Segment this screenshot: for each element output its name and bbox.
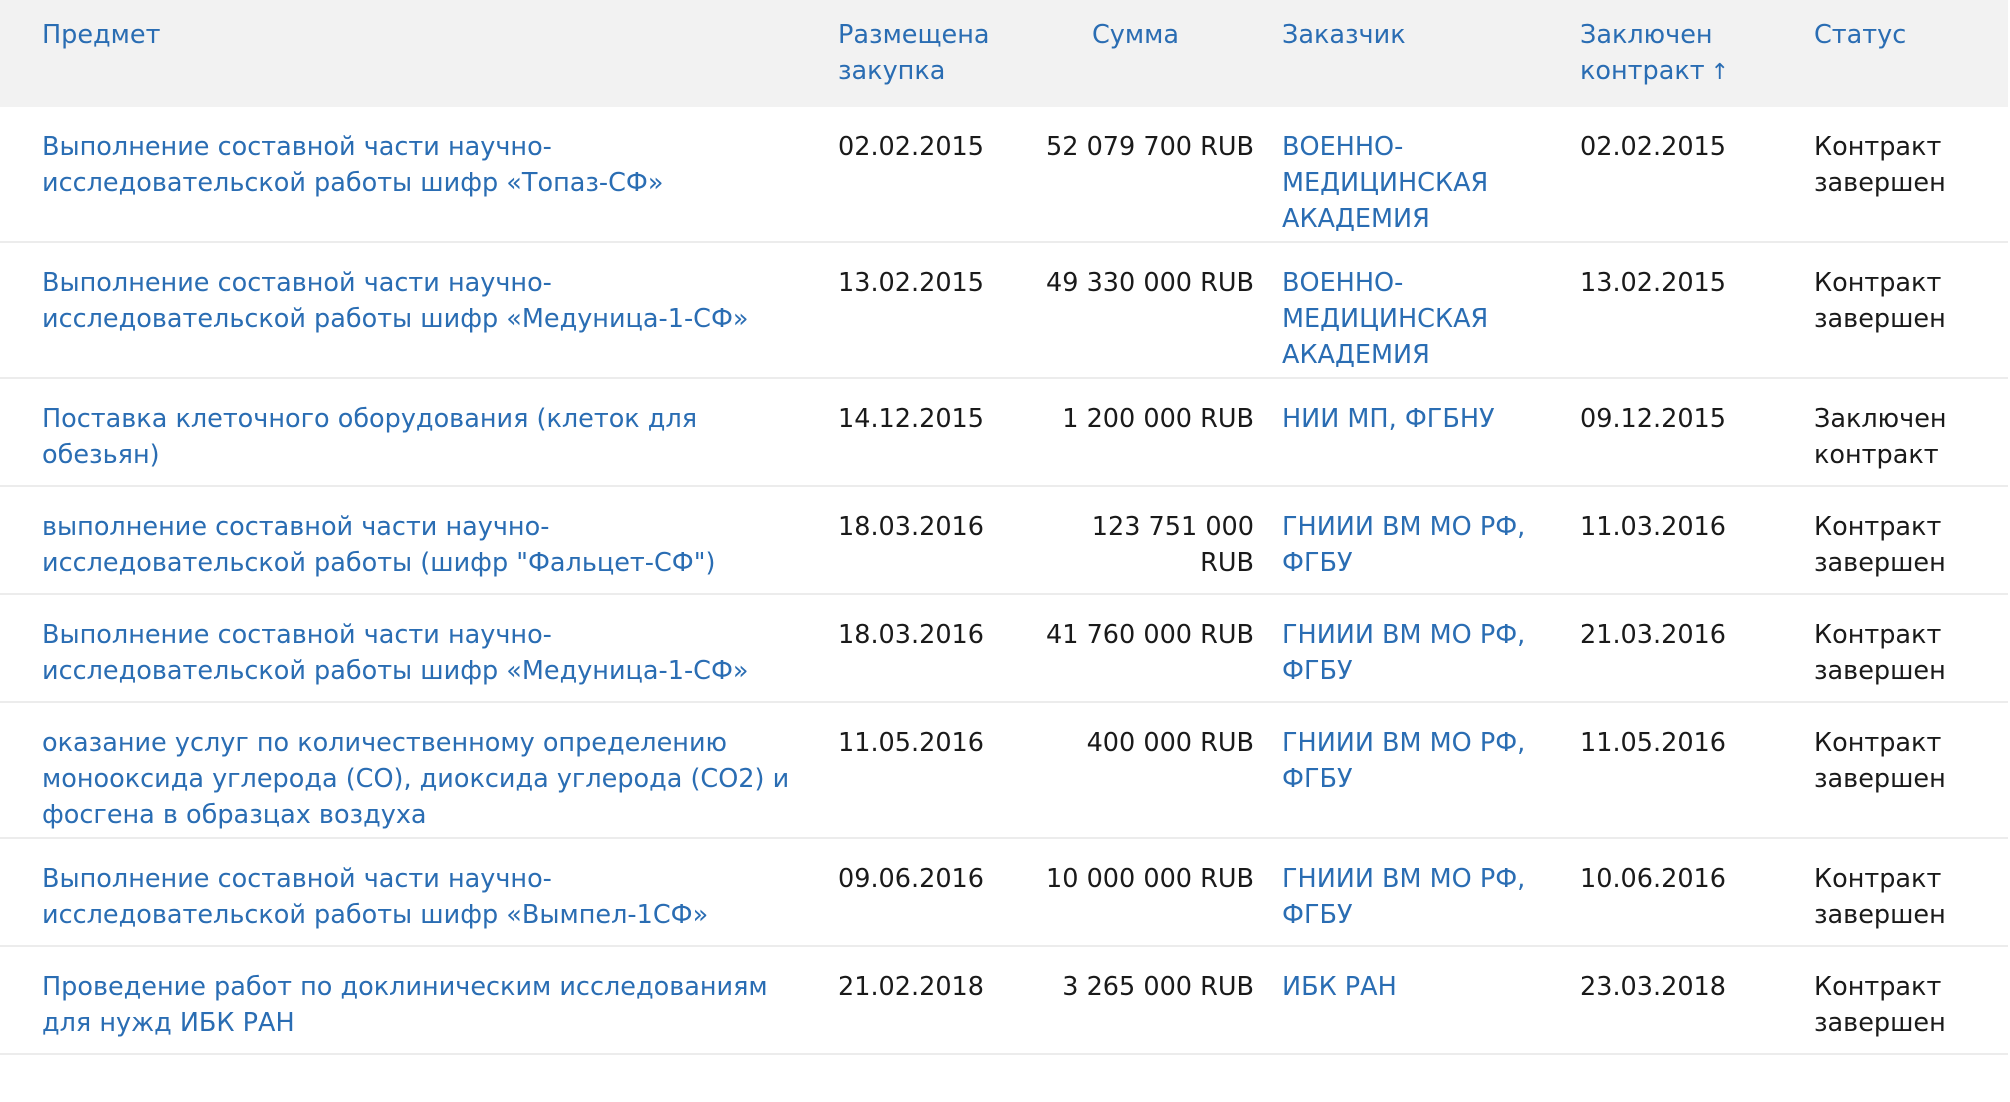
- status-text: Контракт завершен: [1814, 620, 1946, 686]
- sort-ascending-icon[interactable]: ↑: [1711, 55, 1729, 91]
- contract-sum: 123 751 000 RUB: [1091, 512, 1254, 578]
- status-text: Контракт завершен: [1814, 864, 1946, 930]
- column-header-label: Предмет: [42, 20, 161, 50]
- status-text: Контракт завершен: [1814, 972, 1946, 1038]
- subject-link[interactable]: выполнение составной части научно-исслед…: [42, 512, 715, 578]
- status-text: Контракт завершен: [1814, 512, 1946, 578]
- closed-date: 21.03.2016: [1580, 620, 1727, 650]
- customer-link[interactable]: ГНИИИ ВМ МО РФ, ФГБУ: [1282, 620, 1525, 686]
- contract-sum: 3 265 000 RUB: [1062, 972, 1254, 1002]
- column-header-customer[interactable]: Заказчик: [1254, 17, 1580, 53]
- table-row: Выполнение составной части научно-исслед…: [0, 839, 2008, 947]
- placed-date: 09.06.2016: [838, 864, 985, 894]
- customer-link[interactable]: ВОЕННО-МЕДИЦИНСКАЯ АКАДЕМИЯ: [1282, 132, 1488, 234]
- table-row: оказание услуг по количественному опреде…: [0, 703, 2008, 839]
- column-header-label: Размещена закупка: [838, 20, 990, 86]
- table-row: Проведение работ по доклиническим исслед…: [0, 947, 2008, 1055]
- closed-date: 10.06.2016: [1580, 864, 1727, 894]
- table-header: Предмет Размещена закупка Сумма Заказчик…: [0, 0, 2008, 107]
- contract-sum: 10 000 000 RUB: [1046, 864, 1254, 894]
- contracts-table: Предмет Размещена закупка Сумма Заказчик…: [0, 0, 2008, 1055]
- column-header-label: Сумма: [1092, 20, 1179, 50]
- contract-sum: 49 330 000 RUB: [1046, 268, 1254, 298]
- subject-link[interactable]: Выполнение составной части научно-исслед…: [42, 620, 749, 686]
- closed-date: 11.05.2016: [1580, 728, 1727, 758]
- customer-link[interactable]: ИБК РАН: [1282, 972, 1397, 1002]
- contract-sum: 41 760 000 RUB: [1046, 620, 1254, 650]
- placed-date: 18.03.2016: [838, 620, 985, 650]
- table-row: Поставка клеточного оборудования (клеток…: [0, 379, 2008, 487]
- status-text: Заключен контракт: [1814, 404, 1947, 470]
- column-header-status[interactable]: Статус: [1814, 17, 2008, 53]
- table-body: Выполнение составной части научно-исслед…: [0, 107, 2008, 1055]
- column-header-sum[interactable]: Сумма: [1044, 17, 1254, 53]
- customer-link[interactable]: ГНИИИ ВМ МО РФ, ФГБУ: [1282, 864, 1525, 930]
- closed-date: 09.12.2015: [1580, 404, 1727, 434]
- closed-date: 11.03.2016: [1580, 512, 1727, 542]
- subject-link[interactable]: оказание услуг по количественному опреде…: [42, 728, 789, 830]
- subject-link[interactable]: Выполнение составной части научно-исслед…: [42, 132, 664, 198]
- status-text: Контракт завершен: [1814, 268, 1946, 334]
- contract-sum: 400 000 RUB: [1086, 728, 1254, 758]
- closed-date: 02.02.2015: [1580, 132, 1727, 162]
- closed-date: 23.03.2018: [1580, 972, 1727, 1002]
- column-header-label: Заказчик: [1282, 20, 1406, 50]
- contract-sum: 1 200 000 RUB: [1062, 404, 1254, 434]
- subject-link[interactable]: Выполнение составной части научно-исслед…: [42, 268, 749, 334]
- closed-date: 13.02.2015: [1580, 268, 1727, 298]
- placed-date: 02.02.2015: [838, 132, 985, 162]
- contract-sum: 52 079 700 RUB: [1046, 132, 1254, 162]
- customer-link[interactable]: ВОЕННО-МЕДИЦИНСКАЯ АКАДЕМИЯ: [1282, 268, 1488, 370]
- column-header-closed[interactable]: Заключен контракт ↑: [1580, 17, 1814, 91]
- customer-link[interactable]: ГНИИИ ВМ МО РФ, ФГБУ: [1282, 512, 1525, 578]
- subject-link[interactable]: Выполнение составной части научно-исслед…: [42, 864, 708, 930]
- customer-link[interactable]: НИИ МП, ФГБНУ: [1282, 404, 1495, 434]
- column-header-label: Статус: [1814, 20, 1907, 50]
- status-text: Контракт завершен: [1814, 132, 1946, 198]
- placed-date: 21.02.2018: [838, 972, 985, 1002]
- subject-link[interactable]: Поставка клеточного оборудования (клеток…: [42, 404, 697, 470]
- table-row: выполнение составной части научно-исслед…: [0, 487, 2008, 595]
- table-row: Выполнение составной части научно-исслед…: [0, 595, 2008, 703]
- table-row: Выполнение составной части научно-исслед…: [0, 107, 2008, 243]
- placed-date: 18.03.2016: [838, 512, 985, 542]
- column-header-placed[interactable]: Размещена закупка: [838, 17, 1044, 89]
- placed-date: 13.02.2015: [838, 268, 985, 298]
- column-header-subject[interactable]: Предмет: [0, 17, 838, 53]
- status-text: Контракт завершен: [1814, 728, 1946, 794]
- column-header-label: Заключен контракт: [1580, 20, 1713, 86]
- table-row: Выполнение составной части научно-исслед…: [0, 243, 2008, 379]
- placed-date: 14.12.2015: [838, 404, 985, 434]
- placed-date: 11.05.2016: [838, 728, 985, 758]
- customer-link[interactable]: ГНИИИ ВМ МО РФ, ФГБУ: [1282, 728, 1525, 794]
- subject-link[interactable]: Проведение работ по доклиническим исслед…: [42, 972, 768, 1038]
